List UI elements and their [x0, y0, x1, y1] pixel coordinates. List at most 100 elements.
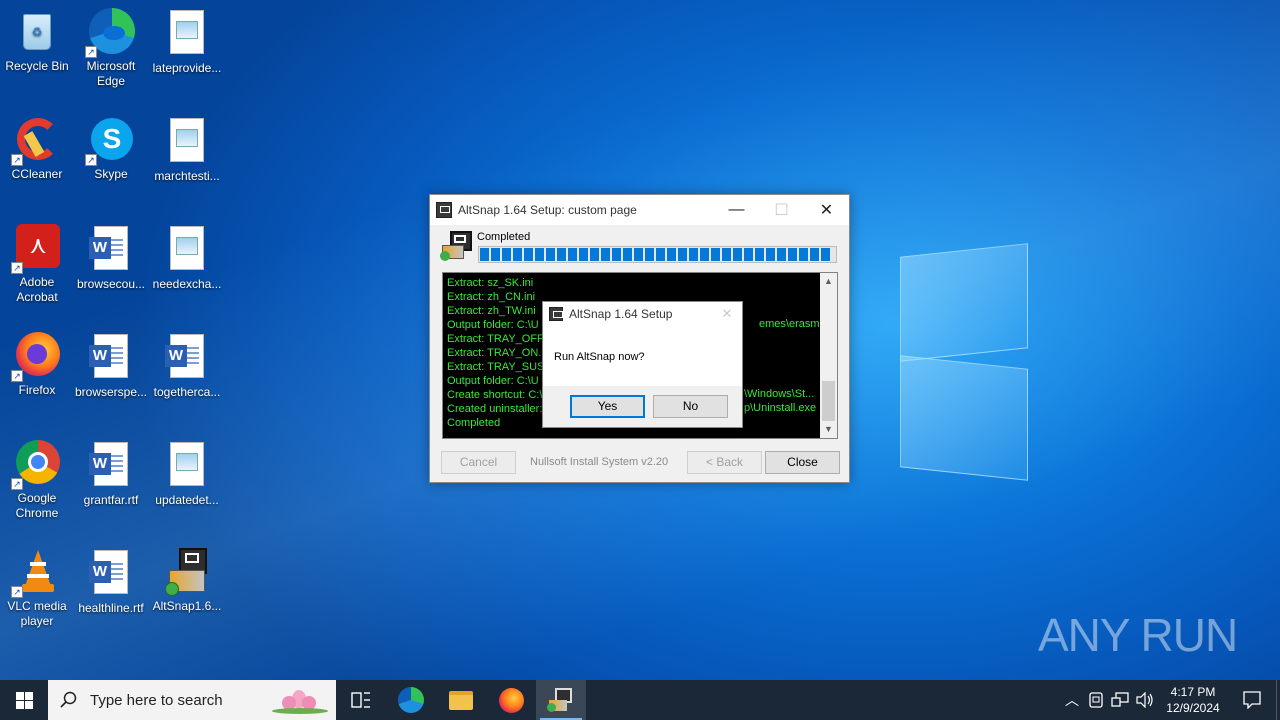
setup-header-icon: [440, 231, 472, 261]
close-window-button[interactable]: ✕: [804, 195, 849, 225]
progress-segment: [744, 248, 753, 261]
desktop-icon-healthline[interactable]: W healthline.rtf: [74, 548, 148, 616]
edge-icon: ↗: [85, 8, 135, 58]
network-button[interactable]: [1108, 680, 1132, 720]
desktop-icon-ccleaner[interactable]: ↗ CCleaner: [0, 116, 74, 182]
log-scrollbar[interactable]: ▲ ▼: [820, 273, 837, 438]
search-icon: [60, 691, 77, 708]
skype-icon: S ↗: [85, 116, 135, 166]
desktop-icon-togetherca[interactable]: W togetherca...: [150, 332, 224, 400]
word-doc-icon: W: [87, 226, 135, 274]
shortcut-arrow-icon: ↗: [85, 154, 97, 166]
shortcut-arrow-icon: ↗: [11, 586, 23, 598]
clock-date: 12/9/2024: [1166, 701, 1220, 715]
close-button[interactable]: Close: [765, 451, 840, 474]
taskbar-search[interactable]: Type here to search: [48, 680, 336, 720]
progress-segment: [711, 248, 720, 261]
search-highlight-lotus-icon: [266, 686, 330, 716]
progress-segment: [799, 248, 808, 261]
log-fragment-line10: p\Uninstall.exe: [744, 402, 817, 414]
taskbar-edge[interactable]: [386, 680, 436, 720]
clock-time: 4:17 PM: [1170, 685, 1216, 699]
desktop-icon-grantfar[interactable]: W grantfar.rtf: [74, 440, 148, 508]
search-placeholder: Type here to search: [90, 691, 223, 709]
word-doc-icon: W: [87, 334, 135, 382]
desktop-icon-vlc[interactable]: ↗ VLC media player: [0, 548, 74, 629]
network-icon: [1111, 692, 1129, 707]
system-tray: ︿ 4:17 PM 12/9/2024: [1060, 680, 1280, 720]
cancel-button: Cancel: [441, 451, 516, 474]
taskbar-altsnap-setup[interactable]: [536, 680, 586, 720]
no-button[interactable]: No: [653, 395, 728, 418]
yes-button[interactable]: Yes: [570, 395, 645, 418]
progress-segment: [502, 248, 511, 261]
setup-titlebar[interactable]: AltSnap 1.64 Setup: custom page — ☐ ✕: [430, 195, 849, 225]
back-button: < Back: [687, 451, 762, 474]
status-label: Completed: [477, 231, 531, 243]
scroll-down-icon[interactable]: ▼: [820, 421, 837, 438]
taskbar-clock[interactable]: 4:17 PM 12/9/2024: [1158, 684, 1228, 716]
shortcut-arrow-icon: ↗: [85, 46, 97, 58]
desktop-icon-altsnap-installer[interactable]: AltSnap1.6...: [150, 548, 224, 614]
notification-icon: [1243, 691, 1261, 709]
shortcut-arrow-icon: ↗: [11, 478, 23, 490]
desktop-icon-recycle-bin[interactable]: ♻ Recycle Bin: [0, 8, 74, 74]
word-doc-icon: W: [87, 442, 135, 490]
progress-segment: [667, 248, 676, 261]
scroll-up-icon[interactable]: ▲: [820, 273, 837, 290]
desktop-icon-updatedet[interactable]: updatedet...: [150, 440, 224, 508]
firefox-icon: ↗: [11, 332, 61, 382]
chrome-icon: ↗: [11, 440, 61, 490]
chevron-up-icon: ︿: [1065, 692, 1079, 708]
desktop-icon-skype[interactable]: S ↗ Skype: [74, 116, 148, 182]
taskbar-firefox[interactable]: [486, 680, 536, 720]
task-view-button[interactable]: [336, 680, 386, 720]
progress-segment: [700, 248, 709, 261]
desktop-icon-lateprovide[interactable]: lateprovide...: [150, 8, 224, 76]
show-hidden-icons-button[interactable]: ︿: [1060, 680, 1084, 720]
progress-segment: [755, 248, 764, 261]
image-file-icon: [163, 226, 211, 274]
progress-segment: [557, 248, 566, 261]
desktop-icon-firefox[interactable]: ↗ Firefox: [0, 332, 74, 398]
log-line: Extract: sz_SK.ini: [447, 277, 534, 289]
recycle-bin-icon: ♻: [13, 8, 61, 56]
vlc-icon: ↗: [11, 548, 61, 598]
acrobat-icon: ⋏ ↗: [11, 224, 61, 274]
desktop-icon-google-chrome[interactable]: ↗ Google Chrome: [0, 440, 74, 521]
taskbar-file-explorer[interactable]: [436, 680, 486, 720]
progress-segment: [590, 248, 599, 261]
prompt-titlebar[interactable]: AltSnap 1.64 Setup ✕: [543, 302, 742, 326]
volume-button[interactable]: [1132, 680, 1158, 720]
desktop-icon-browserspe[interactable]: W browserspe...: [74, 332, 148, 400]
desktop-icon-marchtesti[interactable]: marchtesti...: [150, 116, 224, 184]
progress-segment: [766, 248, 775, 261]
progress-segment: [612, 248, 621, 261]
progress-segment: [689, 248, 698, 261]
prompt-title: AltSnap 1.64 Setup: [569, 307, 673, 321]
edge-icon: [398, 687, 424, 713]
nsis-branding: Nullsoft Install System v2.20: [530, 456, 669, 468]
firefox-icon: [498, 687, 524, 713]
action-center-button[interactable]: [1228, 680, 1276, 720]
show-desktop-button[interactable]: [1276, 680, 1280, 720]
progress-segment: [678, 248, 687, 261]
desktop-icon-needexcha[interactable]: needexcha...: [150, 224, 224, 292]
wallpaper-windows-logo: [860, 240, 1030, 481]
desktop-icon-browsecou[interactable]: W browsecou...: [74, 224, 148, 292]
shortcut-arrow-icon: ↗: [11, 370, 23, 382]
prompt-body: Run AltSnap now?: [543, 326, 742, 386]
progress-segment: [821, 248, 830, 261]
image-file-icon: [163, 118, 211, 166]
desktop-icon-edge[interactable]: ↗ Microsoft Edge: [74, 8, 148, 89]
desktop-icon-adobe-acrobat[interactable]: ⋏ ↗ Adobe Acrobat: [0, 224, 74, 305]
tray-device-button[interactable]: [1084, 680, 1108, 720]
minimize-button[interactable]: —: [714, 195, 759, 225]
progress-segment: [733, 248, 742, 261]
start-button[interactable]: [0, 680, 48, 720]
scroll-thumb[interactable]: [822, 381, 835, 421]
progress-segment: [491, 248, 500, 261]
image-file-icon: [163, 442, 211, 490]
taskbar: Type here to search ︿ 4:17 PM 12/9/2024: [0, 680, 1280, 720]
word-doc-icon: W: [163, 334, 211, 382]
